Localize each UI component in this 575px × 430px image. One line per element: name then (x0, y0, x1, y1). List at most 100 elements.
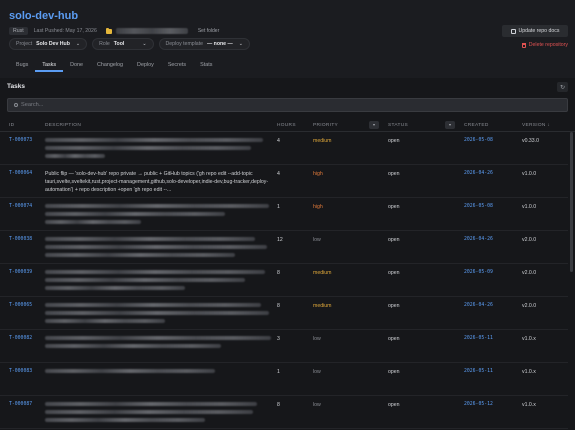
task-hours: 3 (277, 336, 280, 342)
tab-tasks[interactable]: Tasks (35, 60, 64, 72)
task-created: 2026-04-26 (464, 237, 493, 242)
repo-header: solo-dev-hub Rust Last Pushed: May 17, 2… (0, 0, 575, 78)
task-priority: low (313, 336, 321, 342)
table-row[interactable]: T-000039 8 medium open 2026-05-09 v2.0.0 (0, 264, 568, 297)
task-created: 2026-05-08 (464, 204, 493, 209)
redacted-text (45, 245, 267, 249)
tab-deploy[interactable]: Deploy (130, 60, 161, 72)
task-id[interactable]: T-000065 (9, 303, 32, 308)
task-version: v1.0.x (522, 369, 536, 375)
role-select[interactable]: Role Tool ⌄ (92, 38, 154, 50)
refresh-button[interactable]: ↻ (557, 82, 568, 92)
task-description (45, 138, 273, 162)
update-repo-docs-label: Update repo docs (518, 28, 560, 34)
task-id[interactable]: T-000039 (9, 270, 32, 275)
column-header-hours[interactable]: HOURS (277, 123, 296, 128)
task-created: 2026-05-11 (464, 369, 493, 374)
deploy-template-label: Deploy template (165, 41, 204, 47)
task-priority: low (313, 369, 321, 375)
project-select[interactable]: Project Solo Dev Hub ⌄ (9, 38, 88, 50)
role-select-value: Tool (113, 41, 125, 47)
deploy-template-select[interactable]: Deploy template — none — ⌄ (158, 38, 250, 50)
redacted-text (45, 138, 263, 142)
task-priority: high (313, 204, 323, 210)
column-header-description[interactable]: DESCRIPTION (45, 123, 81, 128)
task-status: open (388, 369, 400, 375)
table-row[interactable]: T-000074 1 high open 2026-05-08 v1.0.0 (0, 198, 568, 231)
task-version: v1.0.x (522, 402, 536, 408)
redacted-text (45, 344, 221, 348)
task-id[interactable]: T-000064 (9, 171, 32, 176)
task-hours: 8 (277, 303, 280, 309)
task-description (45, 270, 273, 294)
task-status: open (388, 336, 400, 342)
column-header-status[interactable]: STATUS (388, 123, 408, 128)
tab-done[interactable]: Done (63, 60, 90, 72)
task-id[interactable]: T-000082 (9, 336, 32, 341)
redacted-text (45, 278, 245, 282)
deploy-template-value: — none — (207, 41, 233, 47)
task-version: v1.0.x (522, 336, 536, 342)
role-select-label: Role (99, 41, 110, 47)
task-created: 2026-05-12 (464, 402, 493, 407)
task-status: open (388, 171, 400, 177)
last-pushed-text: Last Pushed: May 17, 2026 (33, 28, 97, 34)
task-description (45, 336, 273, 352)
table-row[interactable]: T-000087 8 low open 2026-05-12 v1.0.x (0, 396, 568, 429)
column-header-version[interactable]: VERSION ↓ (522, 123, 550, 128)
repo-meta: Rust Last Pushed: May 17, 2026 Set folde… (9, 27, 219, 35)
section-title: Tasks (7, 83, 25, 90)
status-filter-icon[interactable]: ▾ (445, 121, 455, 129)
project-select-label: Project (16, 41, 33, 47)
table-row[interactable]: T-000065 8 medium open 2026-04-26 v2.0.0 (0, 297, 568, 330)
table-row[interactable]: T-000073 4 medium open 2026-05-08 v0.33.0 (0, 132, 568, 165)
redacted-text (45, 286, 185, 290)
task-status: open (388, 270, 400, 276)
task-version: v1.0.0 (522, 204, 537, 210)
task-id[interactable]: T-000087 (9, 402, 32, 407)
task-description (45, 204, 273, 228)
set-folder-link[interactable]: Set folder (198, 28, 219, 34)
task-id[interactable]: T-000074 (9, 204, 32, 209)
table-row[interactable]: T-000064 Public flip — 'solo-dev-hub' rep… (0, 165, 568, 198)
table-row[interactable]: T-000038 12 low open 2026-04-26 v2.0.0 (0, 231, 568, 264)
column-header-priority[interactable]: PRIORITY (313, 123, 338, 128)
tab-stats[interactable]: Stats (193, 60, 219, 72)
task-version: v0.33.0 (522, 138, 540, 144)
search-input[interactable]: Search... (7, 98, 568, 112)
delete-repository-button[interactable]: Delete repository (521, 42, 568, 48)
priority-filter-icon[interactable]: ▾ (369, 121, 379, 129)
task-id[interactable]: T-000038 (9, 237, 32, 242)
task-version: v1.0.0 (522, 171, 537, 177)
column-header-id[interactable]: ID (9, 123, 14, 128)
task-id[interactable]: T-000083 (9, 369, 32, 374)
project-select-value: Solo Dev Hub (36, 41, 70, 47)
task-hours: 4 (277, 171, 280, 177)
update-repo-docs-button[interactable]: Update repo docs (502, 25, 568, 37)
task-description: Public flip — 'solo-dev-hub' repo privat… (45, 171, 269, 193)
task-id[interactable]: T-000073 (9, 138, 32, 143)
docs-icon (510, 28, 516, 34)
scrollbar[interactable] (570, 132, 573, 272)
task-created: 2026-04-26 (464, 303, 493, 308)
task-created: 2026-05-08 (464, 138, 493, 143)
task-description (45, 237, 273, 261)
tab-bar: Bugs Tasks Done Changelog Deploy Secrets… (9, 60, 219, 72)
redacted-text (45, 311, 269, 315)
task-created: 2026-04-26 (464, 171, 493, 176)
chevron-down-icon: ⌄ (75, 41, 81, 47)
task-created: 2026-05-11 (464, 336, 493, 341)
task-hours: 12 (277, 237, 283, 243)
task-priority: medium (313, 303, 332, 309)
tab-secrets[interactable]: Secrets (161, 60, 193, 72)
task-hours: 4 (277, 138, 280, 144)
table-row[interactable]: T-000082 3 low open 2026-05-11 v1.0.x (0, 330, 568, 363)
table-row[interactable]: T-000083 1 low open 2026-05-11 v1.0.x (0, 363, 568, 396)
tab-changelog[interactable]: Changelog (90, 60, 130, 72)
trash-icon (521, 42, 526, 48)
tab-bugs[interactable]: Bugs (9, 60, 35, 72)
redacted-text (45, 402, 257, 406)
task-priority: high (313, 171, 323, 177)
column-header-created[interactable]: CREATED (464, 123, 489, 128)
repo-title: solo-dev-hub (9, 10, 79, 22)
